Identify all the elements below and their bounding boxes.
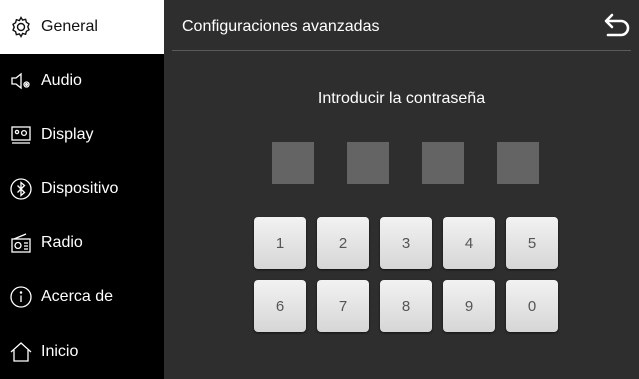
back-button[interactable] <box>601 10 631 42</box>
keypad-key-3[interactable]: 3 <box>380 217 432 269</box>
pin-digit-box <box>422 142 464 184</box>
sidebar: General Audio Display Dispositivo Radio … <box>0 0 164 379</box>
sidebar-item-general[interactable]: General <box>0 0 164 54</box>
keypad-key-9[interactable]: 9 <box>443 280 495 332</box>
sidebar-item-label: General <box>41 18 98 35</box>
pin-digit-box <box>347 142 389 184</box>
sidebar-item-label: Audio <box>41 72 82 89</box>
display-icon <box>9 123 33 147</box>
sidebar-item-label: Display <box>41 126 94 143</box>
info-icon <box>9 285 33 309</box>
sidebar-item-audio[interactable]: Audio <box>0 54 164 108</box>
sidebar-item-radio[interactable]: Radio <box>0 216 164 270</box>
password-prompt: Introducir la contraseña <box>317 90 486 107</box>
radio-icon <box>9 231 33 255</box>
sidebar-item-inicio[interactable]: Inicio <box>0 325 164 379</box>
pin-digit-box <box>272 142 314 184</box>
header: Configuraciones avanzadas <box>164 0 639 53</box>
sidebar-item-label: Radio <box>41 234 83 251</box>
bluetooth-icon <box>9 177 33 201</box>
sidebar-item-label: Acerca de <box>41 288 114 305</box>
sidebar-item-dispositivo[interactable]: Dispositivo <box>0 162 164 216</box>
back-arrow-icon <box>604 13 630 37</box>
keypad-key-8[interactable]: 8 <box>380 280 432 332</box>
keypad-key-0[interactable]: 0 <box>506 280 558 332</box>
header-divider <box>172 50 631 51</box>
sidebar-item-label: Inicio <box>41 343 79 360</box>
keypad-key-6[interactable]: 6 <box>254 280 306 332</box>
pin-digit-box <box>497 142 539 184</box>
page-title: Configuraciones avanzadas <box>182 18 380 35</box>
sidebar-item-acerca-de[interactable]: Acerca de <box>0 270 164 324</box>
keypad-key-4[interactable]: 4 <box>443 217 495 269</box>
speaker-settings-icon <box>9 69 33 93</box>
sidebar-item-label: Dispositivo <box>41 180 119 197</box>
keypad-key-1[interactable]: 1 <box>254 217 306 269</box>
keypad-key-7[interactable]: 7 <box>317 280 369 332</box>
sidebar-item-display[interactable]: Display <box>0 108 164 162</box>
home-icon <box>9 340 33 364</box>
keypad-key-2[interactable]: 2 <box>317 217 369 269</box>
gear-icon <box>9 15 33 39</box>
keypad-key-5[interactable]: 5 <box>506 217 558 269</box>
